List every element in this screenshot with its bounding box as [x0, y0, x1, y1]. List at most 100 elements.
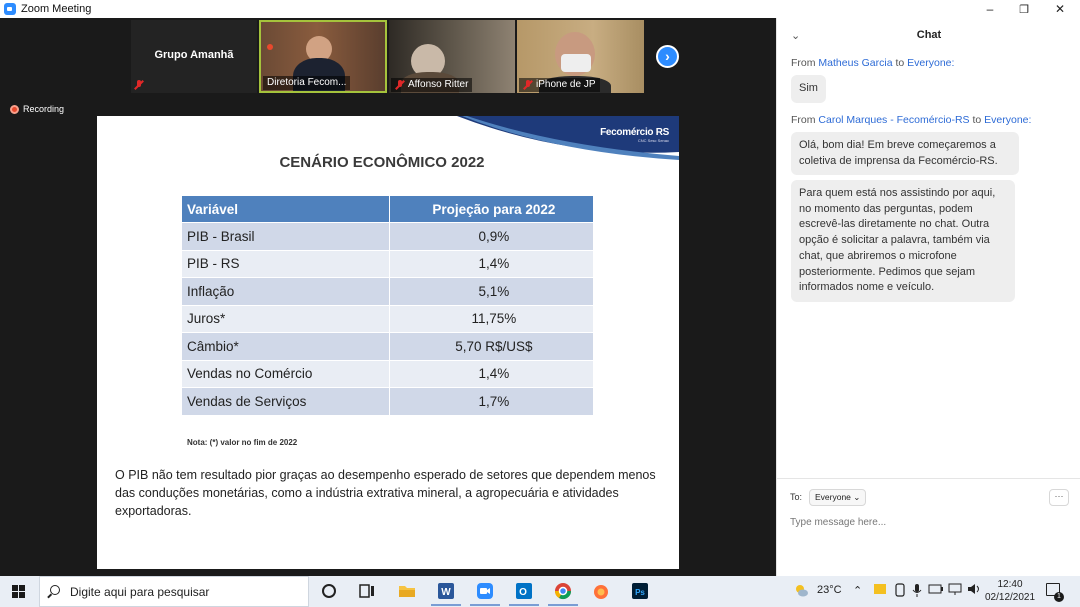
slide-paragraph: O PIB não tem resultado pior graças ao d… — [115, 468, 656, 518]
participant-tile-group[interactable]: Grupo Amanhã — [131, 20, 257, 93]
table-cell: Câmbio* — [181, 332, 390, 361]
table-cell: 11,75% — [388, 304, 595, 333]
brand-logo: Fecomércio RS CNC Sesc Senac — [600, 127, 669, 143]
tray-device-icon[interactable] — [893, 583, 907, 600]
from-prefix: From — [791, 114, 816, 126]
recipient-name[interactable]: Everyone: — [984, 114, 1031, 126]
network-icon[interactable] — [948, 583, 962, 598]
chrome-icon[interactable] — [548, 582, 578, 606]
composer-divider — [777, 478, 1080, 479]
recording-label: Recording — [23, 104, 65, 114]
task-view-icon[interactable] — [358, 582, 376, 600]
meeting-main-area: Grupo Amanhã Diretoria Fecom... Affonso … — [0, 18, 776, 576]
svg-text:W: W — [441, 587, 451, 598]
minimize-button[interactable]: – — [972, 0, 1008, 18]
chat-message-input[interactable] — [790, 514, 1070, 530]
table-row: Juros* 11,75% — [181, 304, 595, 333]
outlook-icon[interactable]: O — [509, 582, 539, 606]
recording-icon — [10, 104, 19, 114]
microphone-icon[interactable] — [911, 583, 923, 600]
recipient-select[interactable]: Everyone ⌄ — [809, 489, 867, 506]
recording-indicator[interactable]: Recording — [10, 104, 64, 114]
svg-text:Ps: Ps — [635, 588, 645, 597]
chevron-right-icon: › — [665, 48, 670, 64]
chat-bubble: Para quem está nos assistindo por aqui, … — [791, 180, 1015, 302]
participant-name: Grupo Amanhã — [154, 49, 234, 61]
table-cell: 1,7% — [388, 387, 595, 416]
next-participants-button[interactable]: › — [656, 45, 679, 68]
participant-tile-video[interactable]: Diretoria Fecom... — [259, 20, 387, 93]
tray-app-icon[interactable] — [873, 583, 887, 598]
table-cell: 1,4% — [388, 249, 595, 278]
chat-bubble: Sim — [791, 75, 826, 103]
table-cell: Vendas de Serviços — [181, 387, 390, 416]
chat-message-sender: From Carol Marques - Fecomércio-RS to Ev… — [791, 114, 1031, 126]
chat-header: ⌄ Chat — [777, 18, 1080, 52]
chevron-down-icon: ⌄ — [853, 492, 861, 502]
slide-note: Nota: (*) valor no fim de 2022 — [187, 438, 298, 447]
chat-title: Chat — [916, 29, 942, 41]
participant-name: Affonso Ritter — [408, 79, 469, 90]
table-cell: Juros* — [181, 304, 390, 333]
chat-bubble: Olá, bom dia! Em breve começaremos a col… — [791, 132, 1019, 176]
participant-label: iPhone de JP — [519, 78, 600, 92]
table-header-cell: Variável — [181, 195, 390, 223]
table-cell: 5,1% — [388, 277, 595, 306]
recipient-select-value: Everyone — [815, 492, 851, 502]
record-indicator-icon — [267, 44, 273, 50]
participant-tile-video[interactable]: iPhone de JP — [517, 20, 644, 93]
to-word: to — [972, 114, 982, 126]
mic-muted-icon — [395, 80, 405, 90]
table-row: Inflação 5,1% — [181, 277, 595, 306]
from-prefix: From — [791, 57, 816, 69]
to-label: To: — [790, 492, 803, 502]
clock-time: 12:40 — [997, 579, 1023, 590]
weather-icon[interactable] — [793, 582, 809, 601]
window-title: Zoom Meeting — [21, 3, 92, 15]
windows-start-icon[interactable] — [12, 585, 25, 598]
restore-button[interactable]: ❐ — [1006, 0, 1042, 18]
zoom-icon[interactable] — [470, 582, 500, 606]
window-titlebar: Zoom Meeting – ❐ ✕ — [0, 0, 1080, 18]
taskbar-clock[interactable]: 12:40 02/12/2021 — [985, 578, 1035, 604]
table-row: PIB - RS 1,4% — [181, 249, 595, 278]
taskbar-search-input[interactable] — [70, 584, 300, 600]
cortana-icon[interactable] — [320, 582, 338, 600]
participant-name: iPhone de JP — [536, 79, 596, 90]
recipient-name[interactable]: Everyone: — [907, 57, 954, 69]
participant-tile-video[interactable]: Affonso Ritter — [389, 20, 515, 93]
sender-name[interactable]: Carol Marques - Fecomércio-RS — [818, 114, 969, 126]
close-button[interactable]: ✕ — [1042, 0, 1078, 18]
brand-name: Fecomércio RS — [600, 127, 669, 138]
zoom-app: Zoom Meeting – ❐ ✕ Grupo Amanhã Diretori… — [0, 0, 1080, 607]
shared-slide: Fecomércio RS CNC Sesc Senac CENÁRIO ECO… — [97, 116, 679, 569]
chat-message-sender: From Matheus Garcia to Everyone: — [791, 57, 954, 69]
table-row: PIB - Brasil 0,9% — [181, 222, 595, 251]
table-cell: PIB - Brasil — [181, 222, 390, 251]
weather-temp[interactable]: 23°C — [817, 584, 842, 596]
table-cell: Inflação — [181, 277, 390, 306]
notification-count-badge: 1 — [1054, 592, 1064, 602]
volume-icon[interactable] — [966, 582, 982, 599]
participant-label: Diretoria Fecom... — [263, 76, 351, 90]
more-options-button[interactable]: ··· — [1049, 489, 1069, 506]
participant-strip: Grupo Amanhã Diretoria Fecom... Affonso … — [0, 18, 776, 116]
table-cell: 5,70 R$/US$ — [388, 332, 595, 361]
photoshop-icon[interactable]: Ps — [631, 582, 649, 600]
taskbar-search[interactable] — [39, 576, 309, 607]
projection-table: Variável Projeção para 2022 PIB - Brasil… — [181, 195, 595, 416]
chat-panel: ⌄ Chat From Matheus Garcia to Everyone: … — [776, 18, 1080, 576]
svg-text:O: O — [519, 587, 527, 598]
sender-name[interactable]: Matheus Garcia — [818, 57, 892, 69]
table-cell: Vendas no Comércio — [181, 359, 390, 388]
table-header-row: Variável Projeção para 2022 — [181, 195, 595, 223]
battery-icon[interactable] — [928, 583, 944, 598]
file-explorer-icon[interactable] — [398, 582, 416, 600]
table-cell: PIB - RS — [181, 249, 390, 278]
table-row: Vendas no Comércio 1,4% — [181, 359, 595, 388]
table-header-cell: Projeção para 2022 — [388, 195, 595, 223]
slide-title: CENÁRIO ECONÔMICO 2022 — [279, 154, 485, 171]
word-icon[interactable]: W — [431, 582, 461, 606]
tray-overflow-icon[interactable]: ⌃ — [853, 584, 862, 597]
firefox-icon[interactable] — [592, 582, 610, 600]
